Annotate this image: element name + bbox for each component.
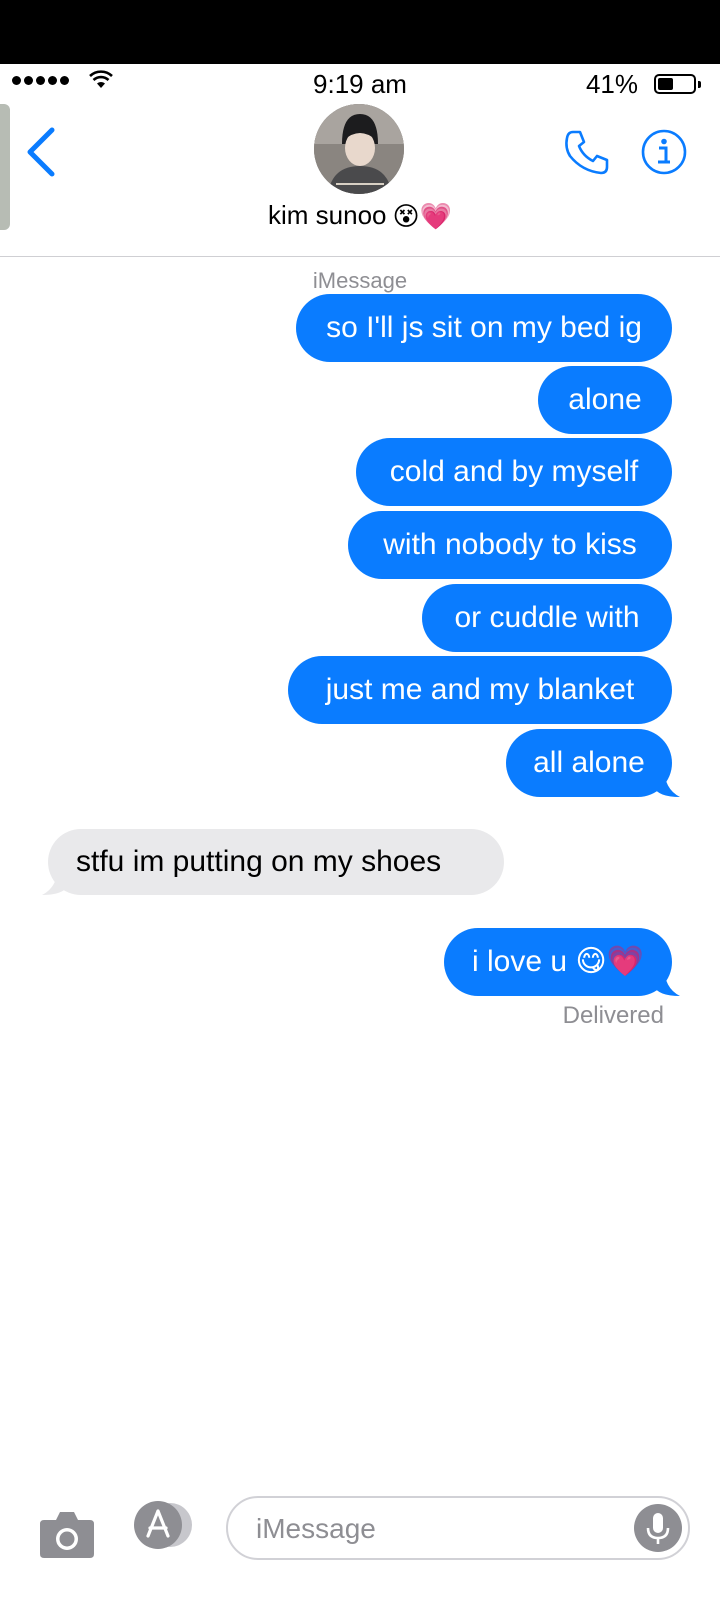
phone-icon[interactable] <box>562 128 612 178</box>
message-outgoing[interactable]: just me and my blanket <box>288 656 672 724</box>
bubble-tail <box>654 767 680 797</box>
conversation-header: kim sunoo 😵💗 <box>0 104 720 257</box>
back-chevron-icon[interactable] <box>20 124 64 184</box>
message-input[interactable] <box>254 1498 618 1560</box>
battery-icon <box>654 74 701 94</box>
message-outgoing[interactable]: all alone <box>506 729 672 797</box>
app-store-icon[interactable] <box>130 1500 196 1550</box>
contact-name-row[interactable]: kim sunoo 😵💗 <box>0 200 720 231</box>
message-text: cold and by myself <box>389 455 639 488</box>
message-input-container[interactable] <box>226 1496 690 1560</box>
message-text: just me and my blanket <box>325 673 635 706</box>
message-outgoing[interactable]: or cuddle with <box>422 584 672 652</box>
message-outgoing[interactable]: i love u 😋💗 <box>444 928 672 996</box>
message-text: alone <box>568 383 642 416</box>
top-black-bar <box>0 0 720 64</box>
contact-name-emojis: 😵💗 <box>392 200 452 231</box>
status-bar: 9:19 am 41% <box>0 64 720 104</box>
message-outgoing[interactable]: with nobody to kiss <box>348 511 672 579</box>
message-outgoing[interactable]: so I'll js sit on my bed ig <box>296 294 672 362</box>
message-text: or cuddle with <box>454 601 640 634</box>
message-incoming[interactable]: stfu im putting on my shoes <box>48 829 504 895</box>
composer-bar <box>0 1490 720 1600</box>
message-text: all alone <box>533 746 645 779</box>
avatar[interactable] <box>314 104 404 194</box>
bubble-tail <box>42 865 68 895</box>
message-text: stfu im putting on my shoes <box>76 845 442 878</box>
message-outgoing[interactable]: cold and by myself <box>356 438 672 506</box>
service-label: iMessage <box>312 268 408 293</box>
message-text: with nobody to kiss <box>383 528 637 561</box>
message-text: so I'll js sit on my bed ig <box>326 311 642 344</box>
message-text: i love u 😋💗 <box>471 945 645 978</box>
message-outgoing[interactable]: alone <box>538 366 672 434</box>
microphone-icon <box>646 1513 670 1544</box>
microphone-button[interactable] <box>634 1504 682 1552</box>
info-icon[interactable] <box>640 128 688 176</box>
bubble-tail <box>654 966 680 996</box>
camera-icon[interactable] <box>38 1508 96 1560</box>
contact-name: kim sunoo <box>268 200 387 230</box>
delivery-status: Delivered <box>562 1002 664 1029</box>
battery-percent: 41% <box>585 69 638 99</box>
